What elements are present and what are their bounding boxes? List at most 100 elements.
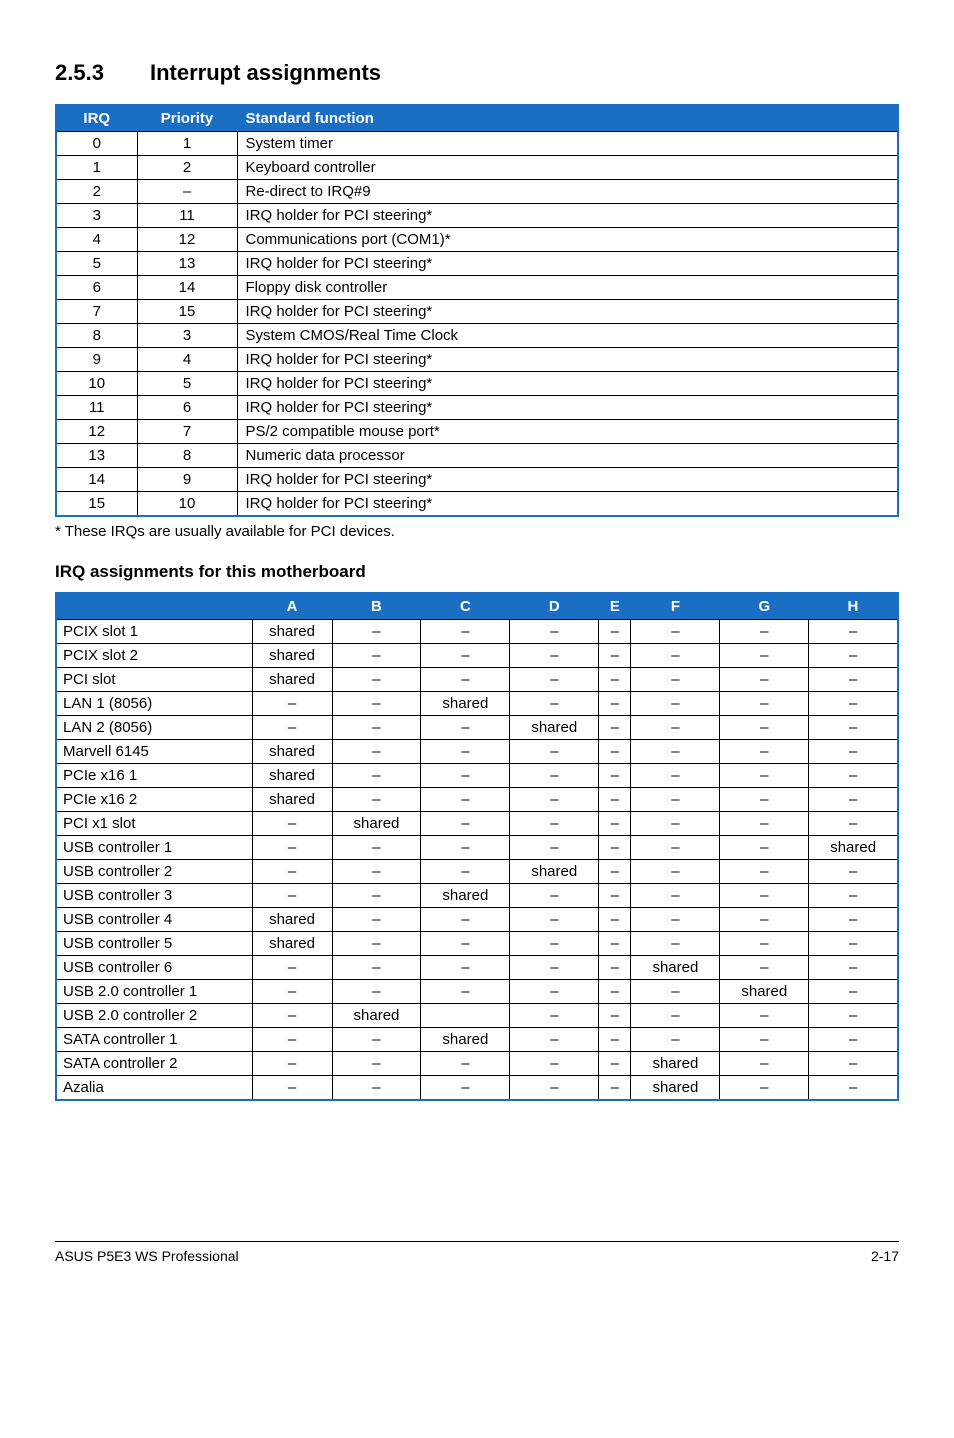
cell-function: Keyboard controller: [237, 156, 897, 180]
cell-irq: 8: [57, 324, 137, 348]
cell-a: shared: [252, 932, 332, 956]
cell-function: PS/2 compatible mouse port*: [237, 420, 897, 444]
cell-f: shared: [631, 1076, 720, 1100]
cell-function: System timer: [237, 132, 897, 156]
th-c: C: [421, 594, 510, 620]
cell-a: –: [252, 1004, 332, 1028]
cell-d: –: [510, 1052, 599, 1076]
cell-f: –: [631, 980, 720, 1004]
cell-function: System CMOS/Real Time Clock: [237, 324, 897, 348]
cell-label: USB 2.0 controller 1: [57, 980, 252, 1004]
cell-g: shared: [720, 980, 809, 1004]
th-a: A: [252, 594, 332, 620]
table-row: USB controller 3––shared–––––: [57, 884, 897, 908]
table-row: PCIX slot 2shared–––––––: [57, 644, 897, 668]
th-g: G: [720, 594, 809, 620]
cell-g: –: [720, 620, 809, 644]
cell-a: –: [252, 812, 332, 836]
cell-h: –: [809, 956, 897, 980]
cell-label: SATA controller 2: [57, 1052, 252, 1076]
cell-h: –: [809, 932, 897, 956]
table-row: 311IRQ holder for PCI steering*: [57, 204, 897, 228]
cell-h: –: [809, 740, 897, 764]
th-h: H: [809, 594, 897, 620]
cell-label: USB controller 1: [57, 836, 252, 860]
table-row: PCI slotshared–––––––: [57, 668, 897, 692]
cell-h: –: [809, 668, 897, 692]
cell-h: –: [809, 1004, 897, 1028]
table-row: USB controller 1–––––––shared: [57, 836, 897, 860]
cell-c: –: [421, 956, 510, 980]
cell-h: –: [809, 1052, 897, 1076]
table-row: 149IRQ holder for PCI steering*: [57, 468, 897, 492]
cell-g: –: [720, 932, 809, 956]
cell-f: –: [631, 836, 720, 860]
cell-b: –: [332, 764, 421, 788]
cell-f: –: [631, 716, 720, 740]
cell-e: –: [599, 956, 631, 980]
cell-e: –: [599, 980, 631, 1004]
cell-f: –: [631, 860, 720, 884]
cell-irq: 14: [57, 468, 137, 492]
cell-priority: 8: [137, 444, 237, 468]
cell-label: PCIe x16 2: [57, 788, 252, 812]
cell-label: LAN 1 (8056): [57, 692, 252, 716]
table-row: SATA controller 2–––––shared––: [57, 1052, 897, 1076]
cell-g: –: [720, 1028, 809, 1052]
cell-g: –: [720, 1052, 809, 1076]
cell-g: –: [720, 836, 809, 860]
cell-f: –: [631, 932, 720, 956]
cell-priority: 12: [137, 228, 237, 252]
table-row: 2–Re-direct to IRQ#9: [57, 180, 897, 204]
cell-c: –: [421, 980, 510, 1004]
table-row: 715IRQ holder for PCI steering*: [57, 300, 897, 324]
cell-label: Azalia: [57, 1076, 252, 1100]
cell-h: –: [809, 884, 897, 908]
cell-h: shared: [809, 836, 897, 860]
cell-function: IRQ holder for PCI steering*: [237, 396, 897, 420]
cell-e: –: [599, 836, 631, 860]
cell-priority: 13: [137, 252, 237, 276]
cell-a: –: [252, 1076, 332, 1100]
cell-b: –: [332, 668, 421, 692]
table-row: USB controller 6–––––shared––: [57, 956, 897, 980]
table-row: SATA controller 1––shared–––––: [57, 1028, 897, 1052]
cell-g: –: [720, 812, 809, 836]
cell-b: –: [332, 620, 421, 644]
cell-f: –: [631, 692, 720, 716]
cell-d: –: [510, 836, 599, 860]
page-footer: ASUS P5E3 WS Professional 2-17: [55, 1241, 899, 1264]
cell-label: USB controller 2: [57, 860, 252, 884]
cell-priority: 15: [137, 300, 237, 324]
cell-priority: –: [137, 180, 237, 204]
cell-g: –: [720, 788, 809, 812]
cell-e: –: [599, 1076, 631, 1100]
cell-b: –: [332, 836, 421, 860]
cell-irq: 10: [57, 372, 137, 396]
cell-d: –: [510, 956, 599, 980]
cell-function: IRQ holder for PCI steering*: [237, 300, 897, 324]
cell-priority: 1: [137, 132, 237, 156]
table-row: 83System CMOS/Real Time Clock: [57, 324, 897, 348]
th-irq: IRQ: [57, 106, 137, 132]
cell-label: USB controller 5: [57, 932, 252, 956]
cell-b: –: [332, 908, 421, 932]
table-row: 105IRQ holder for PCI steering*: [57, 372, 897, 396]
cell-h: –: [809, 980, 897, 1004]
cell-function: Numeric data processor: [237, 444, 897, 468]
cell-d: –: [510, 1076, 599, 1100]
cell-c: –: [421, 716, 510, 740]
cell-g: –: [720, 1004, 809, 1028]
cell-function: IRQ holder for PCI steering*: [237, 348, 897, 372]
cell-d: –: [510, 1028, 599, 1052]
cell-irq: 15: [57, 492, 137, 516]
cell-label: PCIe x16 1: [57, 764, 252, 788]
subheading: IRQ assignments for this motherboard: [55, 562, 899, 582]
cell-b: –: [332, 956, 421, 980]
th-d: D: [510, 594, 599, 620]
cell-f: –: [631, 1004, 720, 1028]
cell-g: –: [720, 644, 809, 668]
cell-label: Marvell 6145: [57, 740, 252, 764]
cell-b: –: [332, 1028, 421, 1052]
th-function: Standard function: [237, 106, 897, 132]
